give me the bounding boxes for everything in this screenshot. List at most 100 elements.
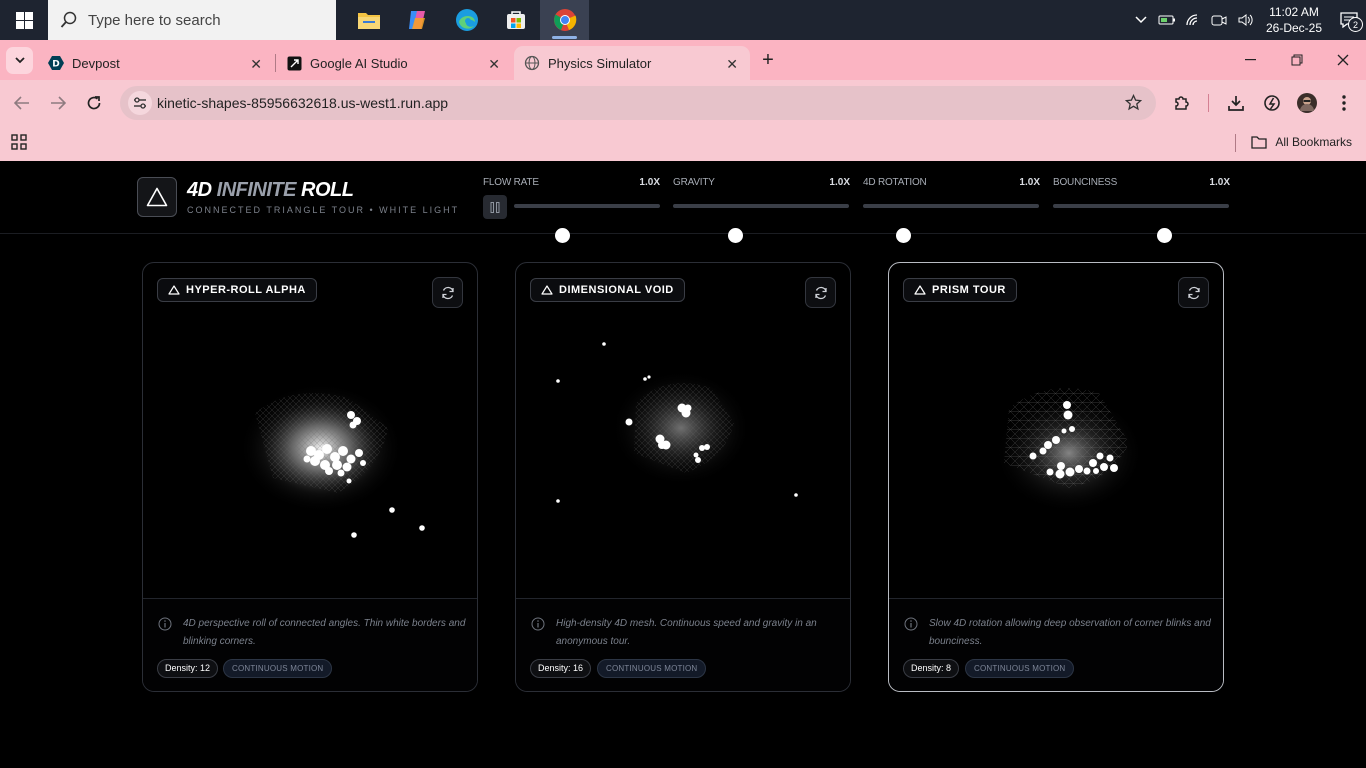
tab-close-button[interactable]: ✕ — [250, 56, 262, 73]
chrome-taskbar-button[interactable] — [540, 0, 589, 40]
clock-date: 26-Dec-25 — [1265, 21, 1322, 35]
app-title-mid: INFINITE — [216, 179, 297, 201]
minimize-icon — [1245, 59, 1256, 61]
all-bookmarks-button[interactable]: All Bookmarks — [1251, 135, 1352, 149]
tab-title: Physics Simulator — [548, 55, 652, 71]
download-icon — [1228, 96, 1244, 111]
folder-outline-icon — [1251, 136, 1267, 149]
puzzle-icon — [1175, 96, 1189, 110]
motion-mode-chip: CONTINUOUS MOTION — [597, 659, 707, 678]
info-icon — [158, 617, 172, 631]
tab-close-button[interactable]: ✕ — [488, 56, 500, 73]
edge-taskbar-button[interactable] — [442, 0, 491, 40]
browser-menu-button[interactable] — [1331, 90, 1357, 116]
triangle-icon — [168, 285, 180, 295]
address-bar[interactable]: kinetic-shapes-85956632618.us-west1.run.… — [120, 86, 1156, 120]
battery-status-button[interactable] — [1155, 14, 1179, 26]
rotation-slider[interactable] — [863, 204, 1039, 243]
close-window-button[interactable] — [1320, 40, 1366, 80]
flow-rate-label: FLOW RATE — [483, 177, 539, 188]
physics-simulator-app: 4D INFINITE ROLL CONNECTED TRIANGLE TOUR… — [0, 161, 1366, 768]
more-vertical-icon — [1342, 95, 1346, 111]
reset-simulation-button[interactable] — [1178, 277, 1209, 308]
reload-button[interactable] — [81, 90, 107, 116]
notification-count-badge: 2 — [1348, 17, 1363, 32]
profile-avatar[interactable] — [1294, 90, 1320, 116]
card-description: 4D perspective roll of connected angles.… — [183, 618, 466, 647]
arrow-right-icon — [51, 96, 66, 110]
file-explorer-taskbar-button[interactable] — [344, 0, 393, 40]
speaker-icon — [1238, 14, 1253, 26]
extensions-button[interactable] — [1169, 90, 1195, 116]
forward-button[interactable] — [45, 90, 71, 116]
all-bookmarks-label: All Bookmarks — [1275, 135, 1352, 149]
simulation-canvas[interactable] — [143, 263, 478, 598]
start-button[interactable] — [0, 0, 48, 40]
apps-grid-icon[interactable] — [11, 134, 27, 155]
app-title-lead: 4D — [187, 179, 212, 201]
card-title: PRISM TOUR — [932, 284, 1006, 296]
browser-window: D Devpost ✕ Google AI Studio ✕ Physics S… — [0, 40, 1366, 161]
card-description: High-density 4D mesh. Continuous speed a… — [556, 618, 817, 647]
flow-rate-slider[interactable] — [514, 204, 660, 243]
back-button[interactable] — [9, 90, 35, 116]
store-taskbar-button[interactable] — [491, 0, 540, 40]
refresh-icon — [1187, 286, 1200, 299]
gravity-label: GRAVITY — [673, 177, 715, 188]
card-title-badge: PRISM TOUR — [903, 278, 1017, 302]
motion-mode-chip: CONTINUOUS MOTION — [223, 659, 333, 678]
taskbar-search-box[interactable]: Type here to search — [48, 0, 336, 40]
card-title: DIMENSIONAL VOID — [559, 284, 674, 296]
density-chip: Density: 8 — [903, 659, 960, 678]
pause-button[interactable] — [483, 195, 507, 219]
bookmark-star-icon[interactable] — [1124, 93, 1143, 114]
network-status-button[interactable] — [1181, 13, 1205, 27]
reset-simulation-button[interactable] — [432, 277, 463, 308]
restore-icon — [1291, 54, 1303, 66]
simulation-canvas[interactable] — [889, 263, 1224, 598]
performance-button[interactable] — [1259, 90, 1285, 116]
flow-rate-slider-thumb[interactable] — [555, 228, 571, 243]
tab-google-ai-studio[interactable]: Google AI Studio ✕ — [276, 46, 512, 80]
simulation-card-prism-tour[interactable]: PRISM TOUR Slow 4D rotation allowing dee… — [888, 262, 1224, 692]
meet-now-button[interactable] — [1207, 13, 1231, 27]
show-hidden-icons-button[interactable] — [1129, 16, 1153, 24]
search-icon — [60, 11, 77, 28]
tab-search-button[interactable] — [6, 47, 33, 74]
speedometer-icon — [1264, 95, 1280, 111]
simulation-card-dimensional-void[interactable]: DIMENSIONAL VOID High-density 4D mesh. C… — [515, 262, 851, 692]
screen: { "taskbar": { "search_placeholder": "Ty… — [0, 0, 1366, 768]
system-tray: 11:02 AM 26-Dec-25 2 — [1128, 0, 1366, 40]
simulation-canvas[interactable] — [516, 263, 851, 598]
triangle-icon — [541, 285, 553, 295]
bounciness-slider[interactable] — [1053, 204, 1229, 243]
volume-button[interactable] — [1233, 13, 1257, 27]
rotation-slider-thumb[interactable] — [896, 228, 912, 243]
reset-simulation-button[interactable] — [805, 277, 836, 308]
tab-physics-simulator[interactable]: Physics Simulator ✕ — [514, 46, 750, 80]
card-footer: 4D perspective roll of connected angles.… — [143, 598, 477, 691]
downloads-button[interactable] — [1223, 90, 1249, 116]
copilot-taskbar-button[interactable] — [393, 0, 442, 40]
gravity-slider-thumb[interactable] — [727, 228, 743, 243]
rotation-value: 1.0X — [1019, 177, 1040, 188]
card-title-badge: DIMENSIONAL VOID — [530, 278, 685, 302]
refresh-icon — [441, 286, 454, 299]
card-title: HYPER-ROLL ALPHA — [186, 284, 306, 296]
site-info-icon[interactable] — [128, 91, 152, 115]
gravity-slider[interactable] — [673, 204, 849, 243]
chevron-down-icon — [14, 57, 25, 64]
taskbar-clock[interactable]: 11:02 AM 26-Dec-25 — [1266, 4, 1322, 36]
simulation-card-hyper-roll-alpha[interactable]: HYPER-ROLL ALPHA 4D perspective roll of … — [142, 262, 478, 692]
restore-button[interactable] — [1274, 40, 1320, 80]
bounciness-slider-thumb[interactable] — [1156, 228, 1172, 243]
minimize-button[interactable] — [1228, 40, 1274, 80]
tab-devpost[interactable]: D Devpost ✕ — [38, 46, 274, 80]
app-logo — [137, 177, 177, 217]
pause-icon — [490, 201, 500, 213]
notifications-button[interactable]: 2 — [1332, 0, 1366, 40]
refresh-icon — [814, 286, 827, 299]
new-tab-button[interactable]: + — [757, 49, 779, 71]
ai-studio-favicon-icon — [286, 55, 302, 71]
tab-close-button[interactable]: ✕ — [726, 56, 738, 73]
